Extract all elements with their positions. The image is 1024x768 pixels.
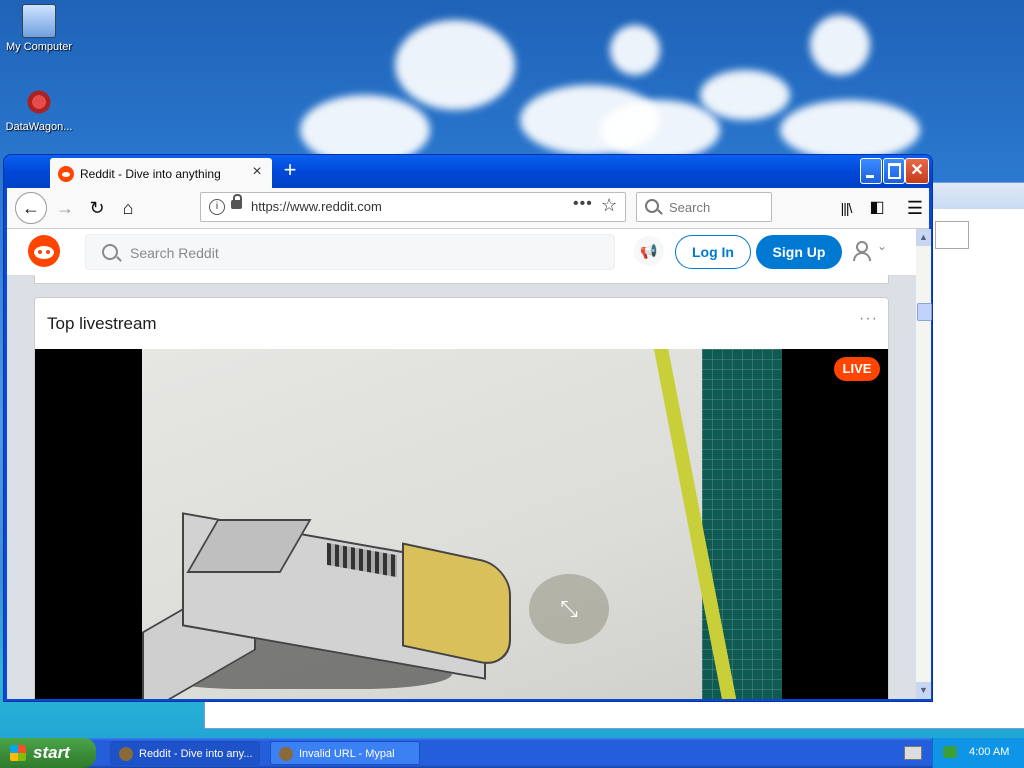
megaphone-icon[interactable]: 📢 (634, 236, 664, 266)
site-info-icon[interactable]: i (209, 199, 225, 215)
tab-reddit[interactable]: Reddit - Dive into anything × (50, 158, 272, 188)
search-icon (102, 244, 118, 260)
taskbar-item-label: Reddit - Dive into any... (139, 748, 253, 760)
scroll-up-icon[interactable]: ▲ (916, 229, 931, 246)
vertical-scrollbar[interactable]: ▲ ▼ (916, 229, 932, 699)
maximize-button[interactable] (883, 158, 905, 184)
desktop-icon-datawagon[interactable]: DataWagon... (0, 86, 78, 133)
mypal-icon (279, 747, 293, 761)
sidebar-icon[interactable]: ◧ (863, 194, 891, 222)
user-menu-button[interactable]: ⌄ (853, 239, 893, 265)
firefox-icon (119, 747, 133, 761)
background-window-field[interactable] (935, 221, 969, 249)
chevron-down-icon: ⌄ (877, 239, 888, 253)
scroll-down-icon[interactable]: ▼ (916, 682, 931, 699)
browser-window: Reddit - Dive into anything × + ✕ ← → ↻ … (4, 155, 932, 701)
search-icon (645, 199, 659, 213)
computer-icon (22, 4, 56, 38)
minimize-button[interactable] (860, 158, 882, 184)
new-tab-button[interactable]: + (279, 159, 301, 181)
cloud (810, 15, 870, 75)
browser-search-input[interactable]: Search (636, 192, 772, 222)
page-actions-icon[interactable]: ••• (573, 195, 593, 213)
desktop-icon-label: DataWagon... (5, 121, 73, 133)
windows-logo-icon (10, 745, 26, 761)
desktop-icon-label: My Computer (5, 41, 73, 53)
reddit-search-placeholder: Search Reddit (130, 245, 219, 261)
taskbar-item-mypal[interactable]: Invalid URL - Mypal (270, 741, 420, 765)
network-icon[interactable] (943, 746, 957, 758)
top-livestream-card: Top livestream ··· ⤡ LIVE (34, 297, 889, 699)
taskbar: start Reddit - Dive into any... Invalid … (0, 738, 1024, 768)
url-bar[interactable]: i https://www.reddit.com ••• ☆ (200, 192, 626, 222)
cloud (600, 100, 720, 160)
cloud (700, 70, 790, 120)
cloud (610, 25, 660, 75)
url-text[interactable]: https://www.reddit.com (251, 199, 382, 214)
cloud (395, 20, 515, 110)
browser-search-placeholder: Search (669, 200, 711, 215)
window-titlebar[interactable]: Reddit - Dive into anything × + ✕ (4, 155, 932, 188)
livestream-video[interactable]: ⤡ LIVE (35, 349, 888, 699)
bookmark-star-icon[interactable]: ☆ (601, 195, 617, 216)
reload-button[interactable]: ↻ (83, 194, 111, 222)
back-button[interactable]: ← (15, 192, 47, 224)
close-window-button[interactable]: ✕ (905, 158, 929, 184)
scroll-thumb[interactable] (917, 303, 932, 321)
forward-button[interactable]: → (51, 194, 79, 222)
live-badge: LIVE (834, 357, 880, 381)
library-icon[interactable]: |||\ (832, 194, 860, 222)
clock[interactable]: 4:00 AM (969, 746, 1009, 758)
taskbar-item-label: Invalid URL - Mypal (299, 748, 395, 760)
desktop-icon-my-computer[interactable]: My Computer (0, 4, 78, 53)
user-icon-body (853, 252, 871, 261)
hamburger-menu-icon[interactable]: ☰ (901, 194, 929, 222)
reddit-favicon-icon (58, 166, 74, 182)
reddit-search-input[interactable]: Search Reddit (85, 234, 615, 270)
lock-icon[interactable] (231, 194, 242, 209)
home-button[interactable]: ⌂ (114, 194, 142, 222)
cloud (780, 100, 920, 160)
card-more-icon[interactable]: ··· (859, 310, 878, 328)
system-tray: 4:00 AM (932, 738, 1024, 768)
keyboard-icon[interactable] (904, 746, 922, 760)
expand-icon[interactable]: ⤡ (529, 574, 609, 644)
reddit-logo-icon[interactable] (28, 235, 60, 267)
card-title: Top livestream (47, 314, 157, 333)
log-in-button[interactable]: Log In (675, 235, 751, 269)
reddit-header: Search Reddit 📢 Log In Sign Up ⌄ (7, 229, 916, 276)
datawagon-icon (23, 86, 55, 118)
tab-close-icon[interactable]: × (248, 163, 266, 181)
page-content: Search Reddit 📢 Log In Sign Up ⌄ Top liv… (7, 229, 916, 699)
sign-up-button[interactable]: Sign Up (756, 235, 842, 269)
start-button[interactable]: start (0, 738, 96, 768)
tab-title: Reddit - Dive into anything (80, 167, 221, 181)
video-frame: ⤡ (142, 349, 782, 699)
taskbar-item-reddit[interactable]: Reddit - Dive into any... (110, 741, 260, 765)
previous-card-edge (34, 275, 889, 284)
navigation-toolbar: ← → ↻ ⌂ i https://www.reddit.com ••• ☆ S… (7, 188, 929, 229)
start-label: start (33, 743, 70, 762)
